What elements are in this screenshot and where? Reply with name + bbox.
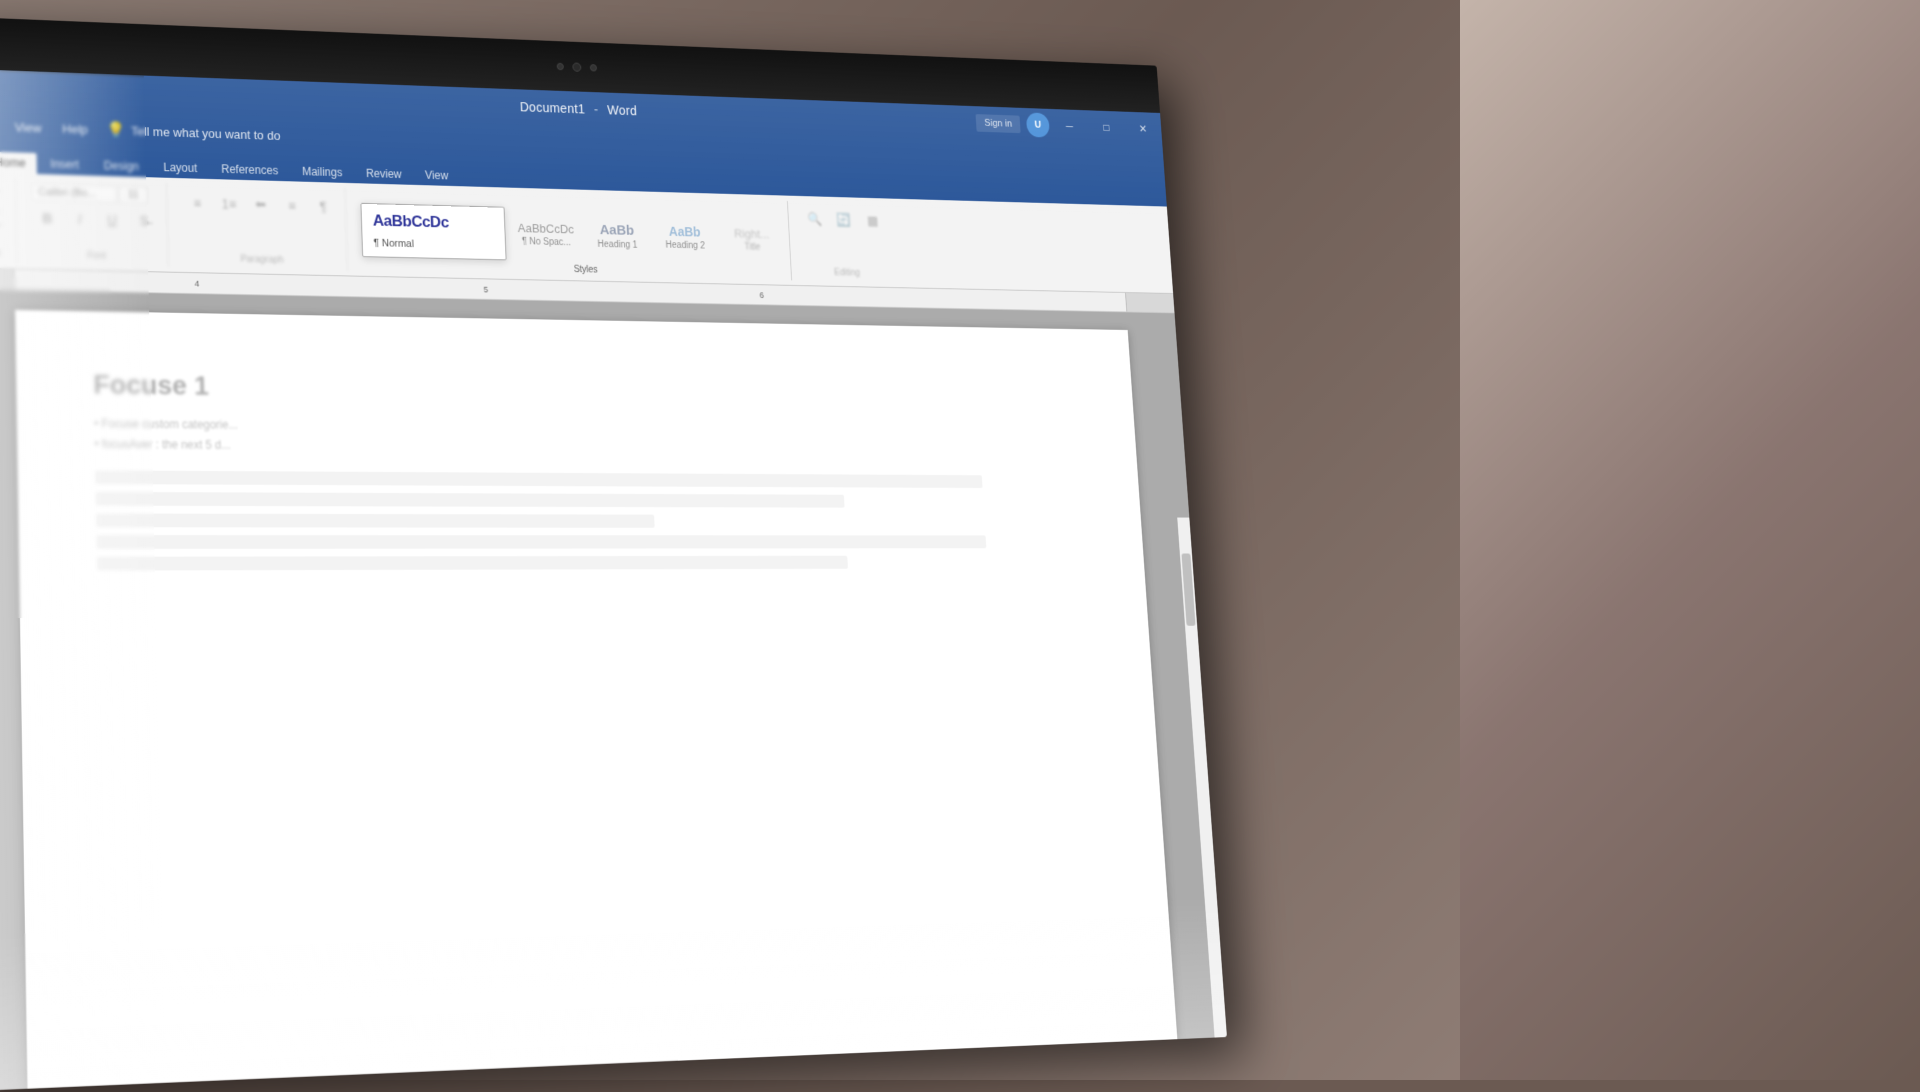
clipboard-buttons: 📋 ✂ ⿻ 🖌 [0,181,8,238]
style-heading2[interactable]: AaBb Heading 2 [654,220,716,255]
style-sample-normal-label: ¶ Normal [370,235,499,253]
camera-dot-2 [590,64,597,71]
font-label: Font [87,250,106,261]
ruler-margin-left [0,268,15,290]
tab-home[interactable]: Home [0,151,37,174]
replace-button[interactable]: 🔄 [830,205,859,234]
screen-content: Document1 - Word Sign in U ─ □ ✕ Review … [0,68,1227,1092]
no-space-style-preview: AaBbCcDc [517,220,574,235]
title-style-label: Title [744,242,760,252]
tab-mailings[interactable]: Mailings [291,161,354,183]
tell-me-bar[interactable]: 💡 Tell me what you want to do [107,120,281,144]
laptop-side-bg [1460,0,1920,1080]
title-style-preview: Right... [734,226,770,240]
heading1-style-label: Heading 1 [597,239,637,250]
document-line-1: • Focuse custom categorie... [94,416,998,438]
document-area: Focuse 1 • Focuse custom categorie... • … [0,289,1227,1092]
paragraph-mark-button[interactable]: ¶ [308,191,338,222]
account-area: Sign in U [975,106,1050,142]
doc-line-2 [96,492,845,508]
font-size-input[interactable]: 11 [119,185,148,203]
find-button[interactable]: 🔍 [801,205,830,234]
title-bar-text: Document1 - Word [520,99,638,118]
editing-label: Editing [834,267,860,277]
sign-in-button[interactable]: Sign in [976,114,1021,133]
ribbon-group-styles: AaBbCcDc ¶ Normal AaBbCcDc ¶ No Spac... … [353,188,792,280]
lightbulb-icon: 💡 [107,120,126,139]
tab-layout[interactable]: Layout [152,157,209,179]
tab-design[interactable]: Design [92,155,150,178]
maximize-button[interactable]: □ [1087,110,1126,144]
doc-line-1 [95,470,982,488]
bold-button[interactable]: B [32,202,63,233]
copy-button[interactable]: ⿻ [0,201,8,219]
underline-button[interactable]: U [97,204,128,235]
doc-line-4 [96,535,986,549]
font-format-buttons: B I U S̶ [32,202,160,236]
style-no-space[interactable]: AaBbCcDc ¶ No Spac... [512,217,580,252]
tab-insert[interactable]: Insert [39,153,91,175]
ruler-margin-right [1125,293,1174,312]
heading2-style-label: Heading 2 [665,240,705,251]
select-button[interactable]: ▦ [858,206,886,235]
strikethrough-button[interactable]: S̶ [129,205,160,236]
style-sample-normal-text: AaBbCcDc [369,209,498,235]
clipboard-label: Clipboard [0,247,1,259]
style-heading1[interactable]: AaBb Heading 1 [586,218,649,254]
paragraph-buttons: ≡ 1≡ ⬅ ≡ ¶ [182,187,338,221]
ribbon-group-editing: 🔍 🔄 ▦ Editing [794,201,896,282]
camera-dot-1 [557,62,564,70]
minimize-button[interactable]: ─ [1050,109,1089,143]
ribbon-group-font: Calibri (Bo... 11 B I U S̶ Font [24,179,169,267]
ruler-mark-6: 6 [759,290,764,299]
document-heading: Focuse 1 [93,369,1068,411]
heading1-style-preview: AaBb [599,222,634,238]
ruler-mark-4: 4 [194,278,199,288]
ribbon-group-paragraph: ≡ 1≡ ⬅ ≡ ¶ Paragraph [174,183,348,270]
italic-button[interactable]: I [64,203,95,234]
numbering-button[interactable]: 1≡ [214,188,245,219]
tab-review[interactable]: Review [355,163,413,185]
user-avatar[interactable]: U [1026,112,1050,137]
no-space-style-label: ¶ No Spac... [522,236,571,247]
cut-button[interactable]: ✂ [0,182,8,200]
bullets-button[interactable]: ≡ [182,187,213,218]
document-name: Document1 [520,99,586,116]
close-button[interactable]: ✕ [1124,112,1163,146]
app-name: Word [607,103,638,119]
window-controls: ─ □ ✕ [1050,109,1163,146]
format-painter-button[interactable]: 🖌 [0,220,8,238]
doc-line-3 [96,513,655,527]
styles-label: Styles [574,265,598,276]
camera-lens [572,62,581,71]
laptop-screen-frame: Document1 - Word Sign in U ─ □ ✕ Review … [0,16,1227,1092]
document-page[interactable]: Focuse 1 • Focuse custom categorie... • … [15,310,1177,1089]
editing-buttons: 🔍 🔄 ▦ [801,205,887,236]
menu-item-view[interactable]: View [5,114,51,141]
paragraph-label: Paragraph [240,254,284,265]
ruler-mark-5: 5 [483,284,488,293]
doc-line-5 [97,556,848,571]
normal-style-label: ¶ Normal [373,237,414,249]
normal-style-preview: AaBbCcDc [373,211,449,232]
tab-view[interactable]: View [414,165,459,187]
title-separator: - [594,102,599,117]
style-title[interactable]: Right... Title [721,222,783,256]
font-controls: Calibri (Bo... 11 B I U S̶ [31,183,159,236]
menu-item-help[interactable]: Help [53,115,98,142]
document-line-2: • focusAver : the next 5 d... [94,436,998,457]
menu-item-review[interactable]: Review [0,111,3,139]
ribbon-group-clipboard: 📋 ✂ ⿻ 🖌 Clipboard [0,177,17,264]
style-gallery-normal[interactable]: AaBbCcDc ¶ Normal [360,202,506,259]
heading2-style-preview: AaBb [669,224,701,239]
align-center-button[interactable]: ≡ [277,190,307,221]
tab-references[interactable]: References [210,158,290,181]
tell-me-text: Tell me what you want to do [131,123,281,142]
font-name-input[interactable]: Calibri (Bo... [31,183,117,202]
align-left-button[interactable]: ⬅ [245,189,275,220]
